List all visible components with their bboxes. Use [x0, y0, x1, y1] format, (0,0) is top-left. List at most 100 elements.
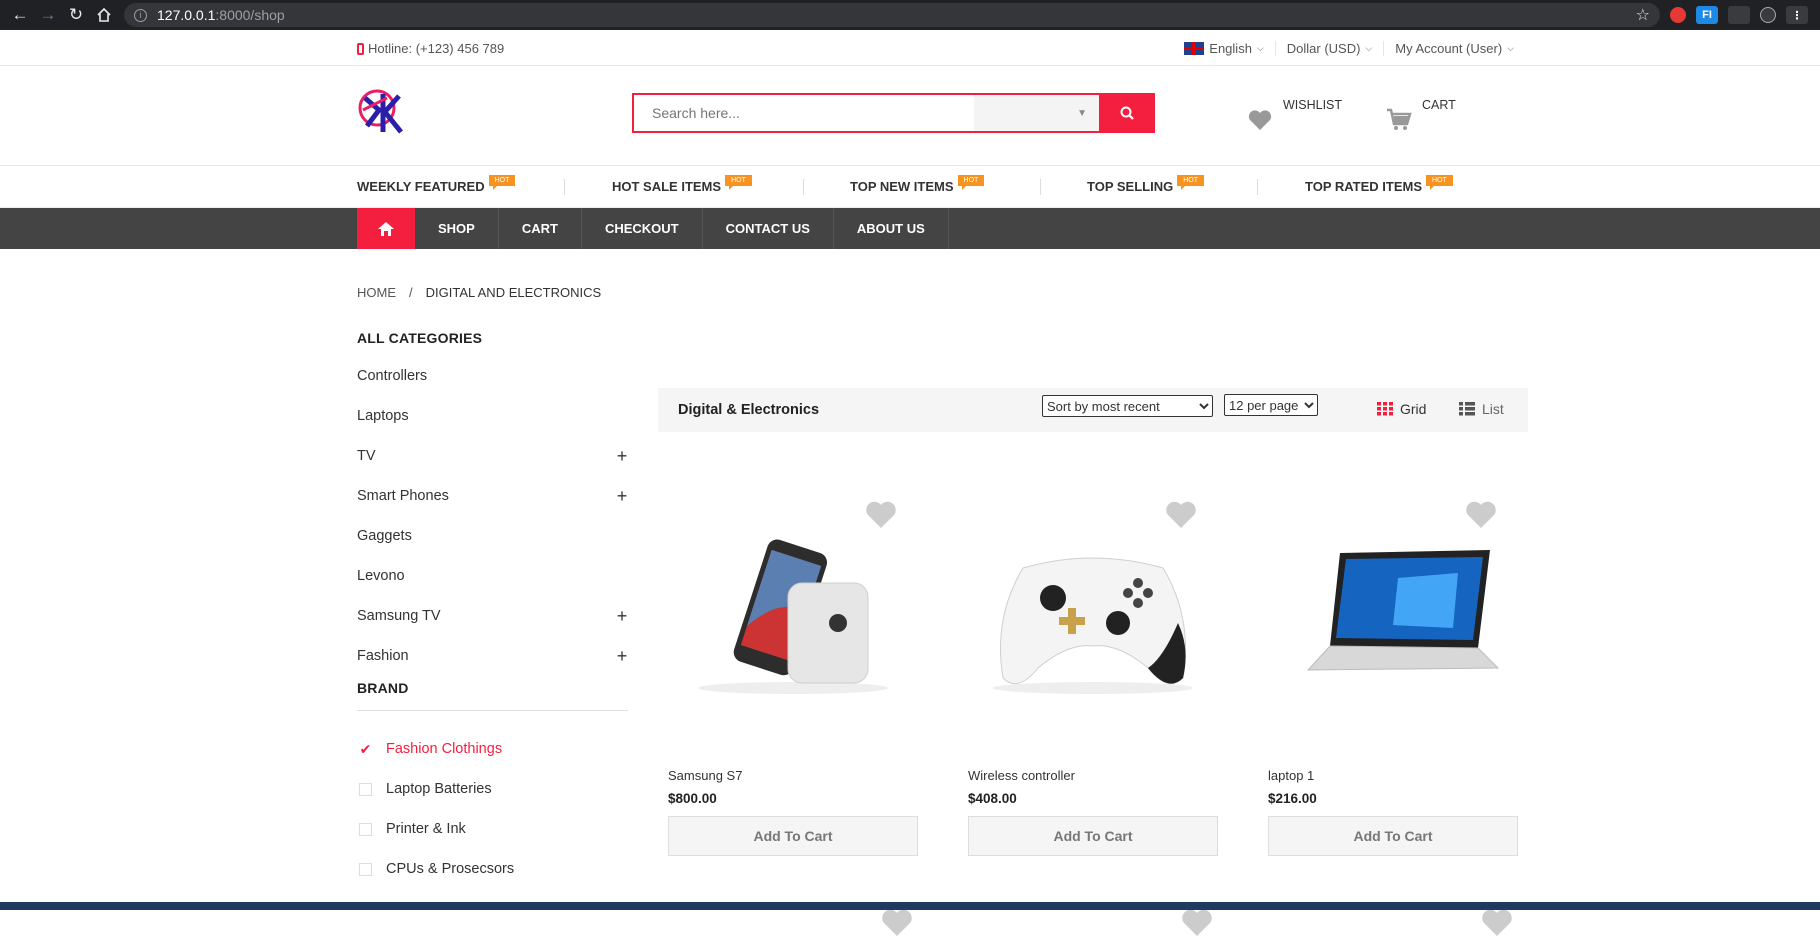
expand-plus-icon[interactable]: +: [616, 486, 628, 507]
uk-flag-icon: [1184, 42, 1205, 55]
wishlist-heart-icon[interactable]: [880, 908, 914, 938]
laptop-image[interactable]: [1268, 528, 1518, 698]
wishlist-heart-icon[interactable]: [864, 500, 898, 530]
category-item[interactable]: Controllers: [357, 356, 628, 396]
brand-filter-item[interactable]: Laptop Batteries: [357, 769, 628, 809]
promo-top-new-items[interactable]: TOP NEW ITEMS HOT: [850, 175, 985, 194]
category-label: TV: [357, 448, 376, 464]
add-to-cart-button[interactable]: Add To Cart: [1268, 816, 1518, 856]
address-bar[interactable]: i 127.0.0.1:8000/shop ☆: [124, 3, 1660, 27]
category-item[interactable]: Levono: [357, 556, 628, 596]
reload-icon[interactable]: ↻: [62, 1, 90, 29]
category-label: Fashion: [357, 648, 409, 664]
expand-plus-icon[interactable]: +: [616, 646, 628, 667]
search-input[interactable]: [634, 95, 974, 131]
grid-label: Grid: [1400, 401, 1427, 417]
brand-list: ✔ Fashion Clothings Laptop Batteries Pri…: [357, 729, 628, 889]
wishlist-heart-icon[interactable]: [1464, 500, 1498, 530]
wishlist-heart-icon[interactable]: [1164, 500, 1198, 530]
menu-dots-icon[interactable]: ⋮: [1786, 6, 1808, 24]
product-price: $408.00: [968, 791, 1017, 806]
promo-top-selling[interactable]: TOP SELLING HOT: [1087, 175, 1204, 194]
promo-hot-sale-items[interactable]: HOT SALE ITEMS HOT: [612, 175, 752, 194]
brand-checkbox[interactable]: [359, 822, 372, 836]
forward-icon[interactable]: →: [34, 1, 62, 29]
language-selector[interactable]: English ⌵: [1173, 41, 1274, 56]
per-page-select[interactable]: 12 per page: [1224, 394, 1318, 416]
category-item[interactable]: Samsung TV +: [357, 596, 628, 636]
nav-contact-us[interactable]: CONTACT US: [703, 208, 834, 249]
expand-plus-icon[interactable]: +: [616, 446, 628, 467]
search-button[interactable]: [1099, 93, 1155, 133]
extension-red-icon[interactable]: [1670, 7, 1686, 23]
back-icon[interactable]: ←: [6, 1, 34, 29]
category-item[interactable]: TV +: [357, 436, 628, 476]
bookmark-star-icon[interactable]: ☆: [1636, 5, 1650, 25]
search-category-select[interactable]: ▼: [974, 95, 1099, 131]
language-label: English: [1209, 41, 1252, 56]
wishlist-heart-icon[interactable]: [1180, 908, 1214, 938]
hot-badge: HOT: [957, 175, 985, 190]
brand-filter-item[interactable]: ✔ Fashion Clothings: [357, 729, 628, 769]
brand-label: Fashion Clothings: [386, 741, 503, 757]
promo-bar: WEEKLY FEATURED HOT HOT SALE ITEMS HOT T…: [0, 166, 1820, 208]
nav-checkout[interactable]: CHECKOUT: [582, 208, 703, 249]
main-navigation: SHOP CART CHECKOUT CONTACT US ABOUT US: [0, 208, 1820, 249]
hot-badge: HOT: [1426, 175, 1453, 190]
chevron-down-icon: ⌵: [1256, 43, 1264, 53]
category-item[interactable]: Gaggets: [357, 516, 628, 556]
account-menu[interactable]: My Account (User) ⌵: [1383, 41, 1525, 56]
breadcrumb: HOME / DIGITAL AND ELECTRONICS: [357, 285, 601, 300]
product-name[interactable]: Wireless controller: [968, 768, 1075, 783]
breadcrumb-home[interactable]: HOME: [357, 285, 396, 300]
grid-icon: [1377, 402, 1393, 416]
category-item[interactable]: Laptops: [357, 396, 628, 436]
nav-label: CONTACT US: [725, 221, 810, 236]
chevron-down-icon: ⌵: [1507, 43, 1514, 53]
search-bar: ▼: [632, 93, 1155, 133]
divider: [564, 179, 565, 195]
nav-about-us[interactable]: ABOUT US: [834, 208, 949, 249]
game-controller-image[interactable]: [968, 528, 1218, 698]
smartphone-image[interactable]: [668, 528, 918, 698]
nav-cart[interactable]: CART: [499, 208, 582, 249]
currency-selector[interactable]: Dollar (USD) ⌵: [1274, 41, 1384, 56]
site-logo[interactable]: [357, 88, 403, 138]
browser-toolbar: ← → ↻ i 127.0.0.1:8000/shop ☆ FI ⋮: [0, 0, 1820, 30]
listing-toolbar: Digital & Electronics Sort by most recen…: [658, 388, 1528, 432]
wishlist-heart-icon[interactable]: [1480, 908, 1514, 938]
brand-filter-item[interactable]: CPUs & Prosecsors: [357, 849, 628, 889]
add-to-cart-button[interactable]: Add To Cart: [968, 816, 1218, 856]
category-item[interactable]: Smart Phones +: [357, 476, 628, 516]
wishlist-link[interactable]: WISHLIST: [1247, 98, 1342, 132]
site-header: ▼ WISHLIST CART: [0, 66, 1820, 166]
promo-weekly-featured[interactable]: WEEKLY FEATURED HOT: [357, 175, 516, 194]
add-to-cart-button[interactable]: Add To Cart: [668, 816, 918, 856]
promo-label: TOP RATED ITEMS: [1305, 179, 1423, 194]
product-name[interactable]: Samsung S7: [668, 768, 742, 783]
account-label: My Account (User): [1395, 41, 1503, 56]
sort-select[interactable]: Sort by most recent: [1042, 395, 1213, 417]
checkmark-icon[interactable]: ✔: [359, 741, 372, 757]
grid-view-toggle[interactable]: Grid: [1377, 401, 1426, 417]
brand-checkbox[interactable]: [359, 862, 372, 876]
caret-down-icon: ▼: [1077, 107, 1087, 119]
promo-label: TOP SELLING: [1087, 179, 1174, 194]
brand-filter-item[interactable]: Printer & Ink: [357, 809, 628, 849]
cart-link[interactable]: CART: [1386, 98, 1456, 132]
expand-plus-icon[interactable]: +: [616, 606, 628, 627]
product-name[interactable]: laptop 1: [1268, 768, 1314, 783]
home-browser-icon[interactable]: [90, 1, 118, 29]
chevron-down-icon: ⌵: [1365, 43, 1373, 53]
extension-blue-icon[interactable]: FI: [1696, 6, 1718, 24]
category-item[interactable]: Fashion +: [357, 636, 628, 676]
promo-top-rated-items[interactable]: TOP RATED ITEMS HOT: [1305, 175, 1453, 194]
site-info-icon[interactable]: i: [134, 8, 147, 22]
nav-shop[interactable]: SHOP: [415, 208, 499, 249]
nav-home[interactable]: [357, 208, 415, 249]
extension-circle-icon[interactable]: [1760, 7, 1776, 23]
brand-checkbox[interactable]: [359, 782, 372, 796]
cart-label: CART: [1422, 98, 1456, 112]
extension-dark-icon[interactable]: [1728, 6, 1750, 24]
list-view-toggle[interactable]: List: [1459, 401, 1504, 417]
